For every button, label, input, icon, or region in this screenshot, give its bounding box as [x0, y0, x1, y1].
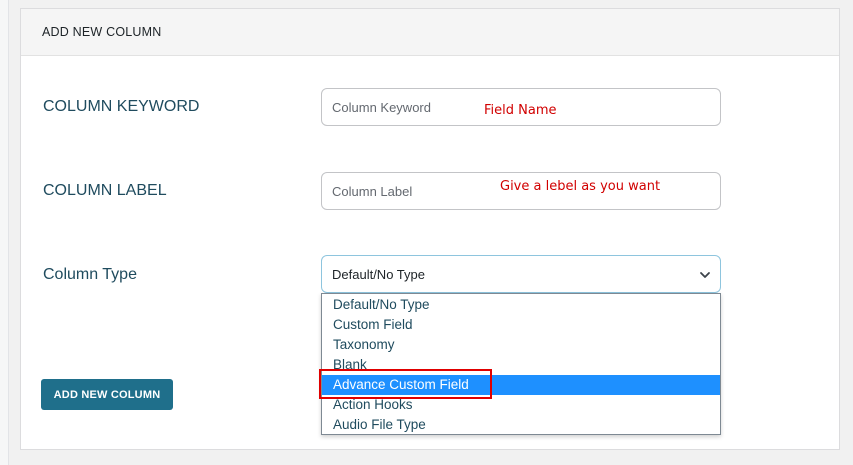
option-taxonomy[interactable]: Taxonomy	[322, 335, 720, 355]
option-audio-file-type[interactable]: Audio File Type	[322, 415, 720, 435]
panel-header: ADD NEW COLUMN	[21, 9, 839, 56]
field-name-annotation: Field Name	[484, 103, 557, 118]
option-default-no-type[interactable]: Default/No Type	[322, 295, 720, 315]
column-label-label: COLUMN LABEL	[43, 182, 167, 199]
panel-title: ADD NEW COLUMN	[42, 25, 162, 39]
column-type-selected-value: Default/No Type	[332, 267, 425, 282]
add-new-column-panel: ADD NEW COLUMN COLUMN KEYWORD Field Name…	[20, 8, 840, 450]
option-custom-field[interactable]: Custom Field	[322, 315, 720, 335]
column-type-label: Column Type	[43, 266, 137, 283]
add-new-column-button[interactable]: ADD NEW COLUMN	[41, 379, 173, 410]
annotation-highlight-box	[319, 369, 492, 399]
column-keyword-label: COLUMN KEYWORD	[43, 98, 200, 115]
left-edge-strip	[0, 0, 9, 465]
column-type-select[interactable]: Default/No Type	[321, 255, 721, 293]
label-annotation: Give a lebel as you want	[500, 179, 661, 194]
column-type-dropdown: Default/No Type Custom Field Taxonomy Bl…	[321, 293, 721, 435]
chevron-down-icon	[700, 272, 710, 278]
